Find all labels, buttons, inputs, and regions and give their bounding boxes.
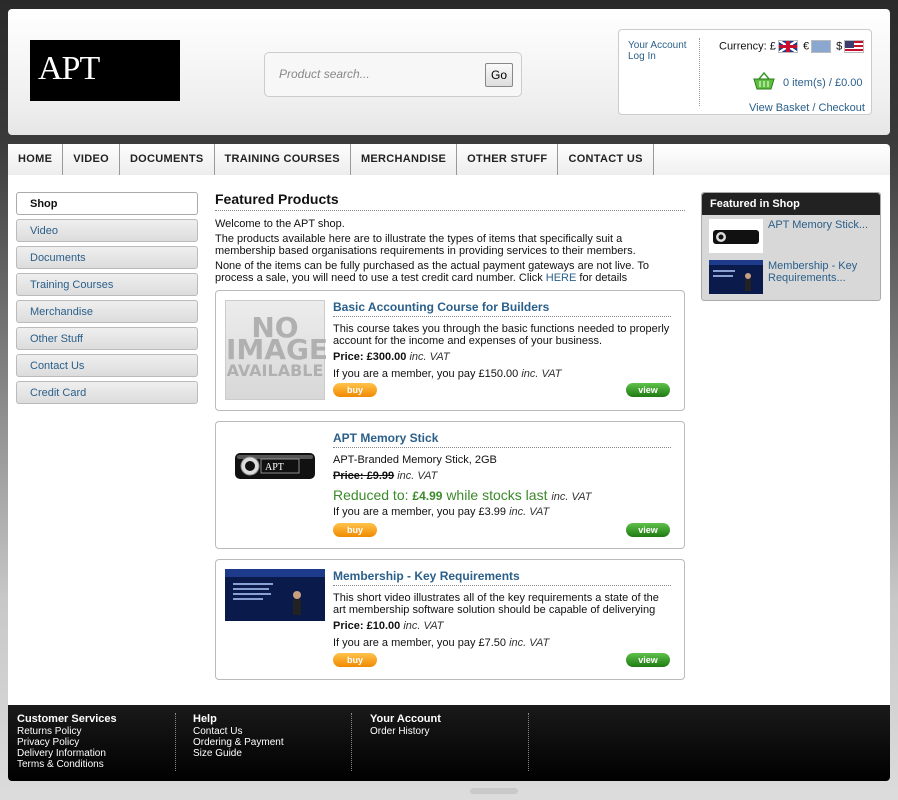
- sidebar-item-video[interactable]: Video: [16, 219, 198, 242]
- member-price: If you are a member, you pay £150.00 inc…: [333, 368, 562, 380]
- search-go-button[interactable]: Go: [485, 63, 513, 87]
- currency-gbp[interactable]: £: [770, 40, 776, 52]
- your-account-link[interactable]: Your Account: [628, 40, 687, 51]
- currency-selector: Currency: £ € $: [719, 40, 866, 53]
- footer-link-returns[interactable]: Returns Policy: [17, 726, 175, 737]
- product-title[interactable]: Basic Accounting Course for Builders: [333, 300, 671, 317]
- log-in-link[interactable]: Log In: [628, 51, 687, 62]
- product-card: Membership - Key Requirements This short…: [215, 559, 685, 680]
- product-title[interactable]: Membership - Key Requirements: [333, 569, 671, 586]
- intro-welcome: Welcome to the APT shop.: [215, 218, 345, 230]
- footer-heading: Your Account: [370, 713, 441, 725]
- view-button[interactable]: view: [626, 383, 670, 397]
- nav-video[interactable]: VIDEO: [63, 144, 120, 175]
- footer-heading: Customer Services: [17, 713, 117, 725]
- site-footer: Customer Services Returns Policy Privacy…: [8, 705, 890, 781]
- footer-help: Help Contact Us Ordering & Payment Size …: [184, 713, 352, 771]
- currency-label: Currency:: [719, 40, 767, 53]
- buy-button[interactable]: buy: [333, 383, 377, 397]
- uk-flag-icon[interactable]: [777, 40, 798, 53]
- sidebar-item-contact-us[interactable]: Contact Us: [16, 354, 198, 377]
- memory-stick-image[interactable]: APT: [225, 431, 325, 494]
- sidebar-item-credit-card[interactable]: Credit Card: [16, 381, 198, 404]
- sidebar-item-merchandise[interactable]: Merchandise: [16, 300, 198, 323]
- buy-button[interactable]: buy: [333, 523, 377, 537]
- footer-link-ordering[interactable]: Ordering & Payment: [193, 737, 351, 748]
- featured-in-shop: Featured in Shop APT Memory Stick... Mem…: [701, 192, 881, 301]
- featured-item: APT Memory Stick...: [702, 217, 880, 256]
- search-box: Go: [264, 52, 522, 97]
- product-title[interactable]: APT Memory Stick: [333, 431, 671, 448]
- intro-payment-note: None of the items can be fully purchased…: [215, 260, 649, 284]
- member-price: If you are a member, you pay £7.50 inc. …: [333, 637, 550, 649]
- currency-usd[interactable]: $: [836, 40, 842, 52]
- site-header: APT Go Your Account Log In Currency: £ €…: [8, 9, 890, 135]
- member-price: If you are a member, you pay £3.99 inc. …: [333, 506, 550, 518]
- product-price: Price: £10.00 inc. VAT: [333, 620, 444, 632]
- video-thumbnail-icon: [225, 569, 325, 621]
- product-description: This short video illustrates all of the …: [333, 592, 659, 616]
- footer-link-privacy[interactable]: Privacy Policy: [17, 737, 175, 748]
- sidebar-item-training-courses[interactable]: Training Courses: [16, 273, 198, 296]
- sidebar: Shop Video Documents Training Courses Me…: [16, 192, 198, 408]
- page-bottom-bar: [470, 788, 518, 794]
- featured-item: Membership - Key Requirements...: [702, 258, 880, 297]
- product-description: This course takes you through the basic …: [333, 323, 670, 347]
- basket-icon[interactable]: [753, 72, 775, 90]
- view-button[interactable]: view: [626, 523, 670, 537]
- basket-summary[interactable]: 0 item(s) / £0.00: [783, 77, 862, 89]
- video-thumbnail[interactable]: [225, 569, 325, 624]
- account-panel: Your Account Log In Currency: £ € $ 0 it…: [618, 29, 872, 115]
- main-nav: HOME VIDEO DOCUMENTS TRAINING COURSES ME…: [8, 144, 890, 175]
- view-button[interactable]: view: [626, 653, 670, 667]
- product-price: Price: £300.00 inc. VAT: [333, 351, 450, 363]
- eu-flag-icon[interactable]: [811, 40, 832, 53]
- featured-link-memory-stick[interactable]: APT Memory Stick...: [768, 219, 878, 231]
- footer-heading: Help: [193, 713, 217, 725]
- us-flag-icon[interactable]: [844, 40, 865, 53]
- footer-customer-services: Customer Services Returns Policy Privacy…: [8, 713, 176, 771]
- page-title: Featured Products: [215, 191, 685, 211]
- apt-logo[interactable]: APT: [30, 40, 180, 101]
- nav-merchandise[interactable]: MERCHANDISE: [350, 144, 458, 175]
- nav-contact-us[interactable]: CONTACT US: [558, 144, 654, 175]
- no-image-placeholder[interactable]: NO IMAGE AVAILABLE: [225, 300, 328, 400]
- footer-link-delivery[interactable]: Delivery Information: [17, 748, 175, 759]
- account-divider: [699, 38, 700, 106]
- intro-description: The products available here are to illus…: [215, 233, 636, 257]
- content-area: Featured Products Welcome to the APT sho…: [215, 191, 685, 690]
- product-card: APT APT Memory Stick APT-Branded Memory …: [215, 421, 685, 549]
- view-basket-link[interactable]: View Basket / Checkout: [749, 102, 865, 114]
- video-thumb-icon[interactable]: [709, 260, 763, 294]
- sidebar-item-documents[interactable]: Documents: [16, 246, 198, 269]
- footer-link-size-guide[interactable]: Size Guide: [193, 748, 351, 759]
- here-link[interactable]: HERE: [546, 272, 577, 284]
- featured-link-membership[interactable]: Membership - Key Requirements...: [768, 260, 878, 284]
- footer-link-terms[interactable]: Terms & Conditions: [17, 759, 175, 770]
- nav-documents[interactable]: DOCUMENTS: [119, 144, 215, 175]
- main-area: Shop Video Documents Training Courses Me…: [8, 175, 890, 705]
- featured-title: Featured in Shop: [702, 193, 880, 215]
- memory-stick-thumb-icon[interactable]: [709, 219, 763, 253]
- footer-link-order-history[interactable]: Order History: [370, 726, 528, 737]
- sidebar-item-shop[interactable]: Shop: [16, 192, 198, 215]
- currency-eur[interactable]: €: [803, 40, 809, 52]
- sidebar-item-other-stuff[interactable]: Other Stuff: [16, 327, 198, 350]
- memory-stick-icon: APT: [235, 453, 315, 479]
- svg-text:APT: APT: [265, 462, 284, 473]
- product-price: Price: £9.99 inc. VAT: [333, 470, 438, 482]
- nav-training-courses[interactable]: TRAINING COURSES: [214, 144, 351, 175]
- product-description: APT-Branded Memory Stick, 2GB: [333, 454, 497, 466]
- nav-home[interactable]: HOME: [8, 144, 64, 175]
- reduced-price: Reduced to: £4.99 while stocks last inc.…: [333, 487, 592, 503]
- product-search-input[interactable]: [273, 63, 479, 85]
- footer-link-contact[interactable]: Contact Us: [193, 726, 351, 737]
- nav-other-stuff[interactable]: OTHER STUFF: [457, 144, 559, 175]
- footer-your-account: Your Account Order History: [361, 713, 529, 771]
- product-card: NO IMAGE AVAILABLE Basic Accounting Cour…: [215, 290, 685, 411]
- buy-button[interactable]: buy: [333, 653, 377, 667]
- intro-text: Welcome to the APT shop. The products av…: [215, 218, 685, 284]
